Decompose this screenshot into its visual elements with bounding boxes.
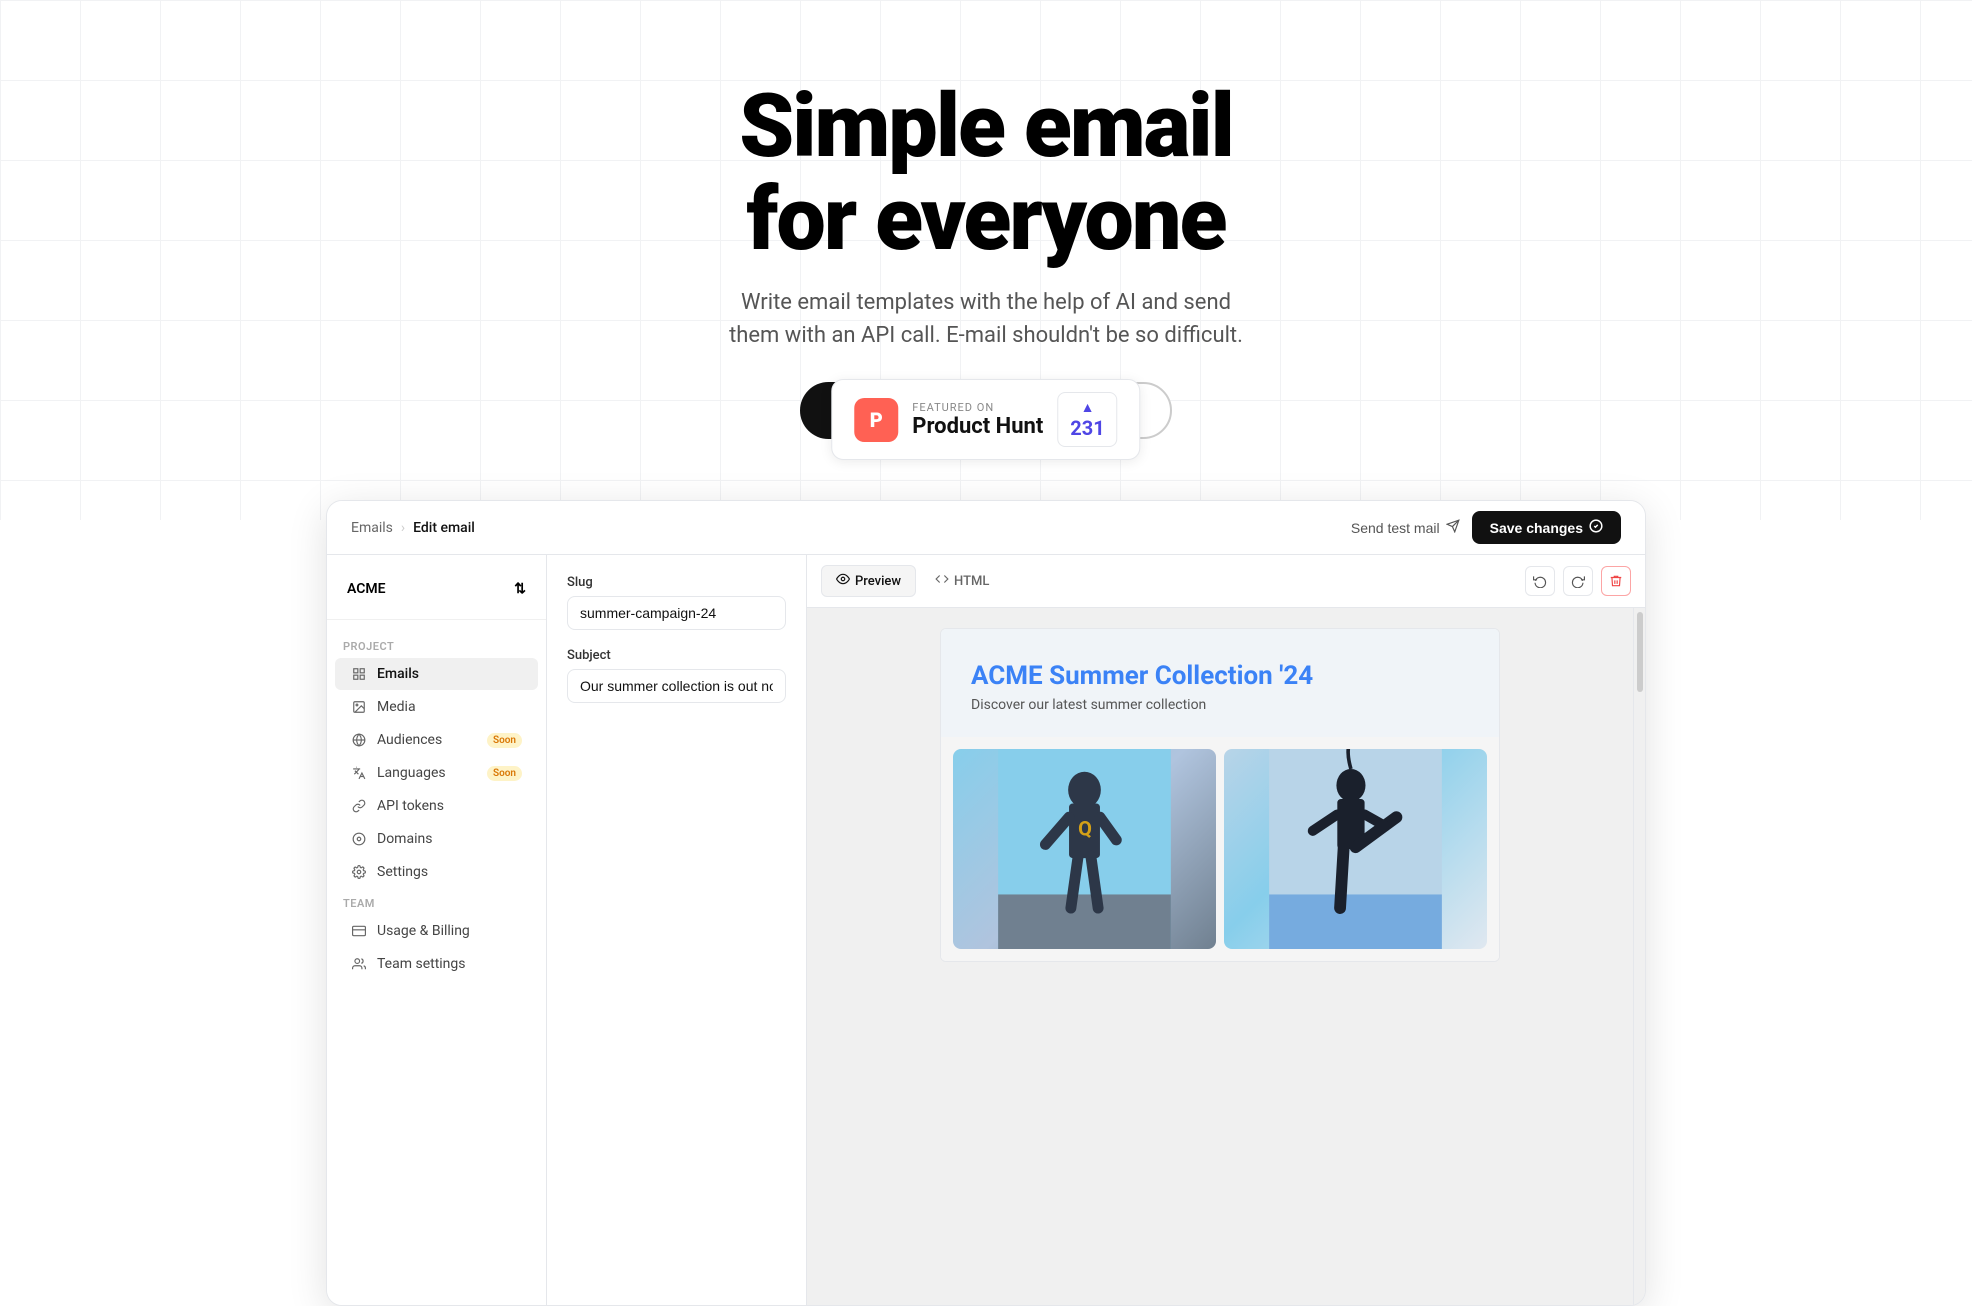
project-switcher[interactable]: ACME ⇅: [327, 571, 546, 620]
subject-input[interactable]: [567, 669, 786, 703]
tab-preview[interactable]: Preview: [821, 565, 916, 597]
email-images: Q: [941, 737, 1499, 961]
media-label: Media: [377, 699, 416, 715]
upvote-arrow-icon: ▲: [1081, 399, 1095, 416]
domains-icon: [351, 831, 367, 847]
send-test-mail-button[interactable]: Send test mail: [1351, 519, 1460, 536]
sidebar-item-team-settings[interactable]: Team settings: [335, 948, 538, 980]
sidebar-item-settings[interactable]: Settings: [335, 856, 538, 888]
ph-text: FEATURED ON Product Hunt: [912, 401, 1043, 439]
sidebar-item-audiences[interactable]: Audiences Soon: [335, 724, 538, 756]
domains-label: Domains: [377, 831, 432, 847]
sidebar-item-domains[interactable]: Domains: [335, 823, 538, 855]
email-header-block: ACME Summer Collection '24 Discover our …: [941, 629, 1499, 737]
email-image-1: Q: [953, 749, 1216, 949]
send-test-icon: [1446, 519, 1460, 536]
tab-html[interactable]: HTML: [920, 565, 1004, 597]
project-section-label: PROJECT: [327, 632, 546, 657]
breadcrumb-edit-email: Edit email: [413, 520, 475, 536]
breadcrumb-emails-link[interactable]: Emails: [351, 520, 393, 536]
save-changes-button[interactable]: Save changes: [1472, 511, 1621, 544]
team-settings-label: Team settings: [377, 956, 466, 972]
email-title: ACME Summer Collection '24: [971, 661, 1469, 691]
languages-label: Languages: [377, 765, 446, 781]
edit-email-form: Slug Subject: [547, 555, 807, 1305]
usage-billing-label: Usage & Billing: [377, 923, 470, 939]
team-section-label: TEAM: [327, 889, 546, 914]
settings-icon: [351, 864, 367, 880]
sidebar: ACME ⇅ PROJECT Emails Media: [327, 555, 547, 1305]
globe-icon: [351, 732, 367, 748]
app-body: ACME ⇅ PROJECT Emails Media: [327, 555, 1645, 1305]
app-header: Emails › Edit email Send test mail Save …: [327, 501, 1645, 555]
slug-label: Slug: [567, 575, 786, 590]
billing-icon: [351, 923, 367, 939]
slug-input[interactable]: [567, 596, 786, 630]
sidebar-item-languages[interactable]: Languages Soon: [335, 757, 538, 789]
hero-section: Simple email for everyone Write email te…: [0, 0, 1972, 520]
preview-outer: ACME Summer Collection '24 Discover our …: [807, 608, 1645, 1305]
preview-actions: [1525, 566, 1631, 596]
email-image-2: [1224, 749, 1487, 949]
undo-button[interactable]: [1525, 566, 1555, 596]
team-icon: [351, 956, 367, 972]
languages-soon-badge: Soon: [487, 766, 522, 781]
chevron-updown-icon: ⇅: [514, 581, 526, 597]
project-name[interactable]: ACME ⇅: [339, 575, 534, 603]
fitness-image-2: [1224, 749, 1487, 949]
product-hunt-badge[interactable]: P FEATURED ON Product Hunt ▲ 231: [831, 379, 1140, 460]
hero-subtitle: Write email templates with the help of A…: [726, 286, 1246, 352]
breadcrumb: Emails › Edit email: [351, 520, 475, 536]
header-actions: Send test mail Save changes: [1351, 511, 1621, 544]
subject-field-group: Subject: [567, 648, 786, 703]
scrollbar-thumb: [1637, 612, 1643, 692]
fitness-image-1: Q: [953, 749, 1216, 949]
delete-button[interactable]: [1601, 566, 1631, 596]
sidebar-item-media[interactable]: Media: [335, 691, 538, 723]
preview-scrollbar[interactable]: [1633, 608, 1645, 1305]
subject-label: Subject: [567, 648, 786, 663]
sidebar-item-emails[interactable]: Emails: [335, 658, 538, 690]
sidebar-item-usage-billing[interactable]: Usage & Billing: [335, 915, 538, 947]
slug-field-group: Slug: [567, 575, 786, 630]
settings-label: Settings: [377, 864, 428, 880]
breadcrumb-separator: ›: [401, 520, 405, 536]
app-window: Emails › Edit email Send test mail Save …: [326, 500, 1646, 1306]
languages-icon: [351, 765, 367, 781]
code-icon: [935, 572, 949, 590]
sidebar-item-api-tokens[interactable]: API tokens: [335, 790, 538, 822]
image-icon: [351, 699, 367, 715]
eye-icon: [836, 572, 850, 590]
api-icon: [351, 798, 367, 814]
grid-icon: [351, 666, 367, 682]
email-canvas: ACME Summer Collection '24 Discover our …: [940, 628, 1500, 962]
audiences-label: Audiences: [377, 732, 442, 748]
audiences-soon-badge: Soon: [487, 733, 522, 748]
email-subtitle: Discover our latest summer collection: [971, 697, 1469, 713]
svg-text:Q: Q: [1078, 816, 1092, 840]
refresh-button[interactable]: [1563, 566, 1593, 596]
api-tokens-label: API tokens: [377, 798, 444, 814]
check-circle-icon: [1589, 519, 1603, 536]
preview-panel: Preview HTML: [807, 555, 1645, 1305]
preview-tabs: Preview HTML: [821, 565, 1004, 597]
ph-logo: P: [854, 398, 898, 442]
hero-title: Simple email for everyone: [739, 81, 1233, 266]
emails-label: Emails: [377, 666, 419, 682]
preview-content[interactable]: ACME Summer Collection '24 Discover our …: [807, 608, 1633, 1305]
ph-votes: ▲ 231: [1057, 392, 1117, 447]
preview-toolbar: Preview HTML: [807, 555, 1645, 608]
